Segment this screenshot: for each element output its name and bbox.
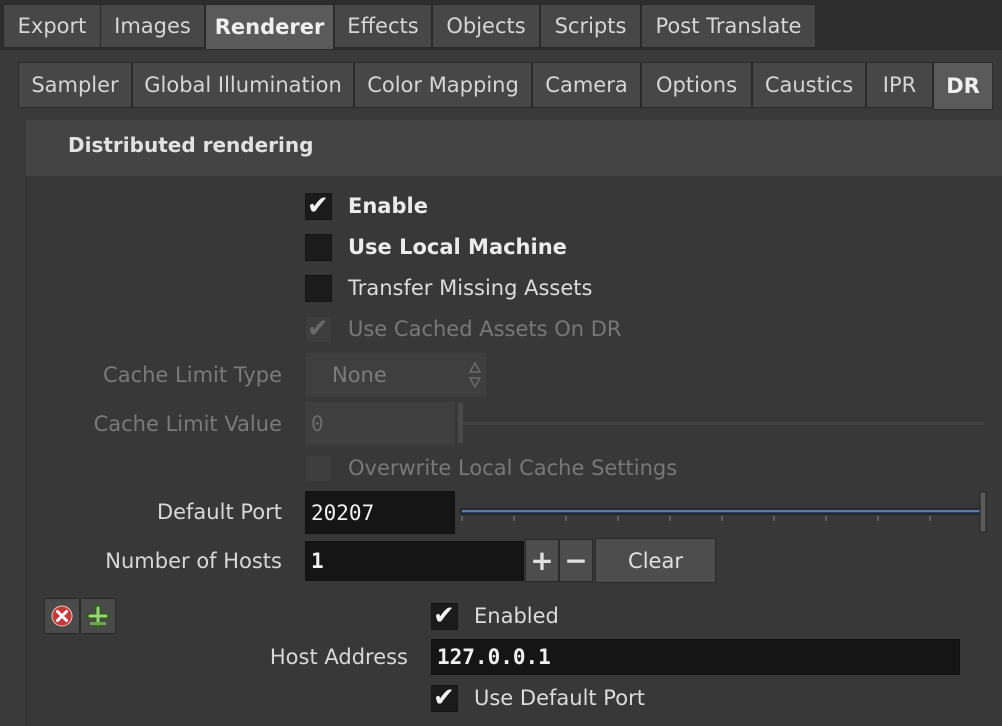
check-icon: ✔ (307, 314, 329, 344)
add-icon (86, 604, 110, 628)
check-icon: ✔ (433, 601, 455, 631)
tab-options[interactable]: Options (641, 62, 752, 108)
transfer-missing-assets-label: Transfer Missing Assets (348, 276, 593, 300)
tab-objects[interactable]: Objects (432, 4, 540, 48)
remove-icon (51, 605, 73, 627)
default-port-field[interactable]: 20207 (305, 491, 455, 534)
cache-limit-type-value: None (332, 363, 387, 387)
use-local-machine-checkbox[interactable] (305, 234, 332, 261)
tab-caustics[interactable]: Caustics (752, 62, 866, 108)
add-host-button[interactable] (80, 598, 116, 634)
cache-limit-value-label: Cache Limit Value (93, 412, 282, 436)
host-address-label: Host Address (269, 645, 408, 669)
default-port-label: Default Port (156, 500, 282, 524)
updown-arrows-icon (468, 361, 482, 389)
host-address-field[interactable]: 127.0.0.1 (431, 639, 960, 675)
left-gutter (0, 110, 26, 726)
tab-scripts[interactable]: Scripts (540, 4, 641, 48)
enable-label: Enable (348, 194, 428, 218)
increment-hosts-button[interactable]: + (525, 539, 559, 582)
overwrite-local-cache-checkbox[interactable] (305, 455, 332, 482)
cache-limit-type-select[interactable]: None (305, 352, 487, 398)
tab-post-translate[interactable]: Post Translate (641, 4, 816, 48)
use-local-machine-label: Use Local Machine (348, 235, 567, 259)
host-enabled-checkbox[interactable]: ✔ (431, 601, 458, 631)
use-cached-assets-label: Use Cached Assets On DR (348, 317, 622, 341)
overwrite-local-cache-label: Overwrite Local Cache Settings (348, 456, 678, 480)
tab-sampler[interactable]: Sampler (18, 62, 132, 108)
remove-host-button[interactable] (44, 598, 80, 634)
top-tab-bar: Export Images Renderer Effects Objects S… (0, 0, 1002, 50)
tab-global-illumination[interactable]: Global Illumination (132, 62, 354, 108)
cache-limit-type-label: Cache Limit Type (103, 363, 282, 387)
use-cached-assets-checkbox[interactable]: ✔ (305, 314, 332, 344)
use-default-port-checkbox[interactable]: ✔ (431, 683, 458, 713)
tab-renderer[interactable]: Renderer (205, 4, 334, 50)
tab-ipr[interactable]: IPR (866, 62, 933, 108)
tab-color-mapping[interactable]: Color Mapping (354, 62, 532, 108)
transfer-missing-assets-checkbox[interactable] (305, 275, 332, 302)
clear-button[interactable]: Clear (595, 538, 716, 583)
number-of-hosts-label: Number of Hosts (105, 549, 282, 573)
use-default-port-label: Use Default Port (474, 686, 645, 710)
cache-limit-slider-track[interactable] (463, 422, 984, 425)
cache-limit-value-field[interactable]: 0 (305, 401, 455, 446)
section-title: Distributed rendering (68, 133, 314, 157)
number-of-hosts-field[interactable]: 1 (305, 541, 524, 581)
tab-dr[interactable]: DR (933, 62, 993, 110)
host-enabled-label: Enabled (474, 604, 559, 628)
tab-camera[interactable]: Camera (532, 62, 641, 108)
enable-checkbox[interactable]: ✔ (305, 191, 332, 221)
tab-images[interactable]: Images (100, 4, 205, 48)
tab-effects[interactable]: Effects (334, 4, 432, 48)
default-port-slider[interactable] (458, 490, 988, 534)
decrement-hosts-button[interactable]: − (559, 539, 593, 582)
check-icon: ✔ (307, 191, 329, 221)
tab-export[interactable]: Export (3, 4, 101, 48)
check-icon: ✔ (433, 683, 455, 713)
